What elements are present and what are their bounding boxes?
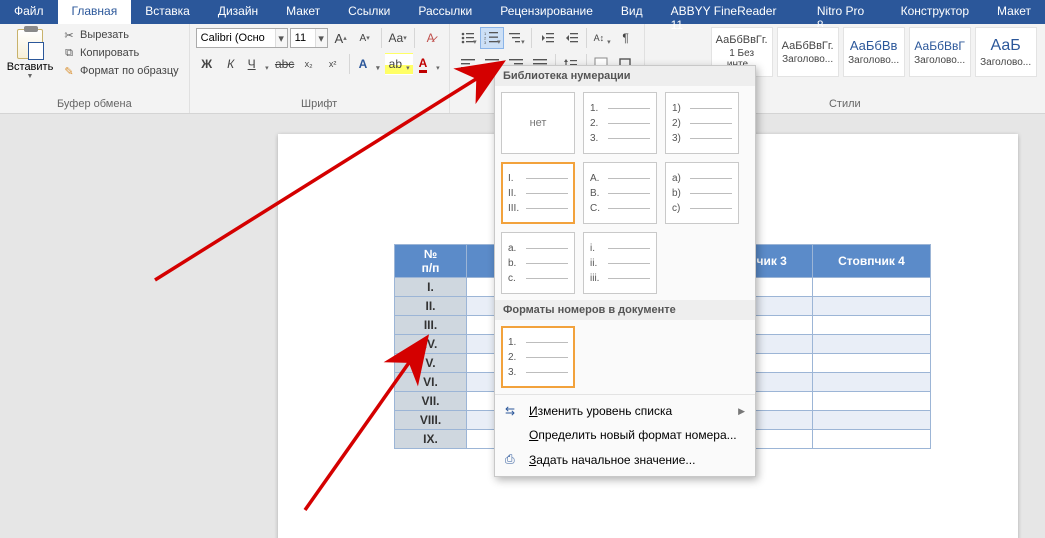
- copy-icon: ⧉: [62, 46, 76, 60]
- style-thumb-h2[interactable]: АаБбВвЗаголово...: [843, 27, 905, 77]
- table-header-4: Стовпчик 4: [838, 254, 905, 268]
- paste-label: Вставить: [7, 61, 54, 73]
- numbering-thumb-none[interactable]: нет: [501, 92, 575, 154]
- numbering-thumb[interactable]: 1.2.3.: [501, 326, 575, 388]
- chevron-down-icon: ▼: [27, 73, 34, 80]
- text-effects-button[interactable]: A: [355, 53, 383, 75]
- clear-formatting-button[interactable]: A̷: [420, 27, 442, 49]
- paste-button[interactable]: Вставить ▼: [6, 27, 54, 82]
- increase-indent-button[interactable]: [559, 27, 583, 49]
- group-font-title: Шрифт: [196, 96, 443, 113]
- font-name-input[interactable]: [197, 32, 275, 44]
- tab-review[interactable]: Рецензирование: [486, 0, 607, 24]
- group-clipboard: Вставить ▼ ✂ Вырезать ⧉ Копировать ✎ Формат…: [0, 24, 190, 113]
- ribbon-tabs: Файл Главная Вставка Дизайн Макет Ссылки…: [0, 0, 1045, 24]
- decrease-indent-button[interactable]: [535, 27, 559, 49]
- define-new-number-format-item[interactable]: Определить новый формат номера...: [495, 423, 755, 447]
- strike-button[interactable]: abc: [274, 53, 296, 75]
- numbered-list-button[interactable]: 123: [480, 27, 504, 49]
- tab-layout[interactable]: Макет: [272, 0, 334, 24]
- italic-button[interactable]: К: [220, 53, 242, 75]
- chevron-right-icon: ▶: [738, 406, 745, 417]
- tab-home[interactable]: Главная: [58, 0, 132, 24]
- paste-icon: [17, 29, 43, 59]
- svg-text:3: 3: [484, 40, 487, 45]
- row-number-cell: VII.: [395, 392, 467, 411]
- numbering-thumb[interactable]: a.b.c.: [501, 232, 575, 294]
- tab-view[interactable]: Вид: [607, 0, 657, 24]
- copy-label: Копировать: [80, 47, 139, 59]
- style-thumb-h1[interactable]: АаБбВвГг.Заголово...: [777, 27, 839, 77]
- tab-constructor[interactable]: Конструктор: [887, 0, 983, 24]
- chevron-down-icon[interactable]: ▾: [275, 29, 287, 47]
- format-painter-button[interactable]: ✎ Формат по образцу: [58, 63, 183, 79]
- set-numbering-value-item[interactable]: ⎙ Задать начальное значение...: [495, 447, 755, 472]
- separator: [414, 28, 415, 48]
- numbering-thumb[interactable]: a)b)c): [665, 162, 739, 224]
- numbering-thumb[interactable]: I.II.III.: [501, 162, 575, 224]
- row-number-cell: VIII.: [395, 411, 467, 430]
- row-number-cell: IV.: [395, 335, 467, 354]
- superscript-button[interactable]: x²: [322, 53, 344, 75]
- separator: [586, 28, 587, 48]
- copy-button[interactable]: ⧉ Копировать: [58, 45, 183, 61]
- show-marks-button[interactable]: ¶: [614, 27, 638, 49]
- separator: [531, 28, 532, 48]
- scissors-icon: ✂: [62, 28, 76, 42]
- bullet-list-button[interactable]: [456, 27, 480, 49]
- numbering-library-grid: нет1.2.3.1)2)3) I.II.III.A.B.C.a)b)c) a.b.…: [495, 86, 755, 300]
- shrink-font-button[interactable]: A▾: [354, 27, 376, 49]
- brush-icon: ✎: [62, 64, 76, 78]
- list-level-icon: ⇆: [505, 404, 521, 418]
- bold-button[interactable]: Ж: [196, 53, 218, 75]
- font-size-input[interactable]: [291, 32, 315, 44]
- tab-layout2[interactable]: Макет: [983, 0, 1045, 24]
- numbering-thumb[interactable]: 1)2)3): [665, 92, 739, 154]
- tab-nitro[interactable]: Nitro Pro 8: [803, 0, 887, 24]
- highlight-button[interactable]: ab: [385, 53, 413, 75]
- style-thumb-h3[interactable]: АаБбВвГЗаголово...: [909, 27, 971, 77]
- set-value-icon: ⎙: [505, 452, 521, 467]
- tab-insert[interactable]: Вставка: [131, 0, 204, 24]
- style-thumb-title[interactable]: АаБЗаголово...: [975, 27, 1037, 77]
- row-number-cell: VI.: [395, 373, 467, 392]
- tab-design[interactable]: Дизайн: [204, 0, 272, 24]
- group-font: ▾ ▾ A▴ A▾ Aa▾ A̷ Ж К Ч abc x₂ x² A ab A: [190, 24, 450, 113]
- numbering-thumb[interactable]: 1.2.3.: [583, 92, 657, 154]
- align-left-button[interactable]: [456, 53, 480, 75]
- tab-references[interactable]: Ссылки: [334, 0, 404, 24]
- numbering-thumb[interactable]: A.B.C.: [583, 162, 657, 224]
- tab-mailings[interactable]: Рассылки: [404, 0, 486, 24]
- group-clipboard-title: Буфер обмена: [6, 96, 183, 113]
- font-name-combo[interactable]: ▾: [196, 28, 288, 48]
- font-size-combo[interactable]: ▾: [290, 28, 328, 48]
- change-case-button[interactable]: Aa▾: [387, 27, 409, 49]
- table-header-num: № п/п: [395, 247, 466, 275]
- tab-abbyy[interactable]: ABBYY FineReader 11: [657, 0, 803, 24]
- tab-file[interactable]: Файл: [0, 0, 58, 24]
- chevron-down-icon[interactable]: ▾: [315, 29, 327, 47]
- row-number-cell: III.: [395, 316, 467, 335]
- underline-button[interactable]: Ч: [244, 53, 272, 75]
- numbering-doc-grid: 1.2.3.: [495, 320, 755, 394]
- numbering-doc-title: Форматы номеров в документе: [495, 300, 755, 320]
- numbering-library-title: Библиотека нумерации: [495, 66, 755, 86]
- row-number-cell: V.: [395, 354, 467, 373]
- format-painter-label: Формат по образцу: [80, 65, 179, 77]
- separator: [381, 28, 382, 48]
- multilevel-list-button[interactable]: [504, 27, 528, 49]
- row-number-cell: I.: [395, 278, 467, 297]
- sort-button[interactable]: A↕: [590, 27, 614, 49]
- subscript-button[interactable]: x₂: [298, 53, 320, 75]
- row-number-cell: IX.: [395, 430, 467, 449]
- numbering-dropdown: Библиотека нумерации нет1.2.3.1)2)3)I.II…: [494, 65, 756, 477]
- grow-font-button[interactable]: A▴: [330, 27, 352, 49]
- font-color-button[interactable]: A: [415, 53, 443, 75]
- cut-label: Вырезать: [80, 29, 129, 41]
- separator: [349, 54, 350, 74]
- numbering-thumb[interactable]: i.ii.iii.: [583, 232, 657, 294]
- row-number-cell: II.: [395, 297, 467, 316]
- change-list-level-item[interactable]: ⇆ Изменить уровень списка ▶: [495, 399, 755, 423]
- cut-button[interactable]: ✂ Вырезать: [58, 27, 183, 43]
